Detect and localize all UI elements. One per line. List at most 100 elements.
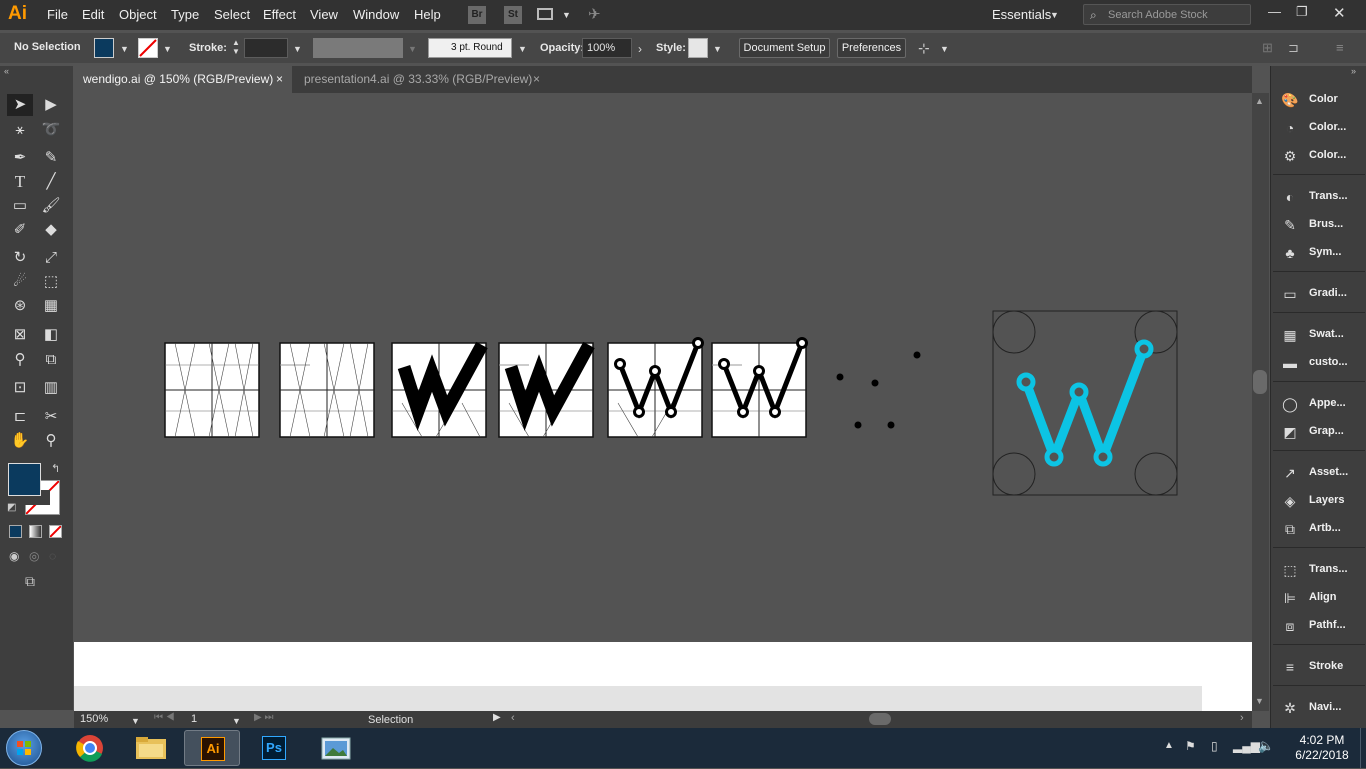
vertical-scroll-thumb[interactable] — [1253, 370, 1267, 394]
stroke-weight-stepper[interactable]: ▲ ▼ — [229, 38, 243, 58]
stock-button[interactable]: St — [504, 6, 522, 24]
scroll-right-icon[interactable]: › — [1240, 712, 1244, 724]
chevron-right-icon[interactable]: › — [638, 42, 642, 56]
show-hidden-icons[interactable]: ▲ — [1164, 740, 1174, 751]
chevron-down-icon[interactable]: ▼ — [518, 44, 527, 54]
workspace-switcher[interactable]: Essentials — [992, 7, 1051, 22]
magic-wand-tool-icon[interactable]: ⚹ — [7, 119, 33, 141]
panel-color[interactable]: 🎨 Color — [1279, 89, 1366, 111]
volume-icon[interactable]: 🔈 — [1258, 738, 1274, 754]
battery-icon[interactable]: ▯ — [1211, 739, 1218, 753]
zoom-level[interactable]: 150% — [80, 713, 108, 725]
warp-tool-icon[interactable]: ☄ — [7, 271, 33, 293]
system-clock[interactable]: 4:02 PM 6/22/2018 — [1284, 733, 1360, 763]
menu-view[interactable]: View — [310, 7, 338, 22]
pen-tool-icon[interactable]: ✒ — [7, 147, 33, 169]
opacity-input[interactable]: 100% — [582, 38, 632, 58]
taskbar-photos[interactable] — [308, 730, 364, 766]
direct-selection-tool-icon[interactable]: ▶ — [38, 94, 64, 116]
fill-swatch[interactable] — [94, 38, 114, 58]
panel-color-guide[interactable]: ◔ Color... — [1279, 117, 1366, 139]
hand-tool-icon[interactable]: ✋ — [7, 430, 33, 452]
artboard-tool-icon[interactable]: ⊏ — [7, 406, 33, 428]
taskbar-chrome[interactable] — [62, 730, 118, 766]
rotate-tool-icon[interactable]: ↻ — [7, 247, 33, 269]
menu-select[interactable]: Select — [214, 7, 250, 22]
blend-tool-icon[interactable]: ⧉ — [38, 349, 64, 371]
symbol-sprayer-tool-icon[interactable]: ⊡ — [7, 377, 33, 399]
panel-transparency[interactable]: ◐ Trans... — [1279, 186, 1366, 208]
chevron-down-icon[interactable]: ▼ — [713, 44, 722, 54]
brush-definition[interactable]: 3 pt. Round — [428, 38, 512, 58]
collapse-panel-icon[interactable]: « — [4, 66, 9, 76]
scale-tool-icon[interactable]: ⤢ — [38, 247, 64, 269]
panel-artboards[interactable]: ⧉ Artb... — [1279, 518, 1366, 540]
paintbrush-tool-icon[interactable]: 🖌 — [38, 195, 64, 217]
chevron-down-icon[interactable]: ▼ — [120, 44, 129, 54]
shaper-tool-icon[interactable]: ✐ — [7, 219, 33, 241]
default-fill-stroke-icon[interactable]: ◩ — [7, 502, 16, 513]
restore-button[interactable]: ❐ — [1296, 4, 1308, 20]
chevron-down-icon[interactable]: ▼ — [131, 716, 140, 726]
chevron-down-icon[interactable]: ▼ — [232, 716, 241, 726]
chevron-down-icon[interactable]: ▼ — [293, 44, 302, 54]
panel-layers[interactable]: ◈ Layers — [1279, 490, 1366, 512]
chevron-down-icon[interactable]: ▼ — [1050, 10, 1059, 20]
tab-presentation4[interactable]: presentation4.ai @ 33.33% (RGB/Preview) … — [295, 66, 545, 93]
type-tool-icon[interactable]: T — [7, 171, 33, 193]
gradient-tool-icon[interactable]: ◧ — [38, 324, 64, 346]
graph-tool-icon[interactable]: ▥ — [38, 377, 64, 399]
menu-edit[interactable]: Edit — [82, 7, 104, 22]
chevron-down-icon[interactable]: ▼ — [562, 10, 571, 20]
gpu-performance-icon[interactable]: ✈ — [588, 5, 601, 23]
tab-wendigo[interactable]: wendigo.ai @ 150% (RGB/Preview) × — [74, 66, 292, 93]
stroke-swatch[interactable] — [138, 38, 158, 58]
panel-color-themes[interactable]: ⚙ Color... — [1279, 145, 1366, 167]
horizontal-scroll-thumb[interactable] — [869, 713, 891, 725]
menu-help[interactable]: Help — [414, 7, 441, 22]
mesh-tool-icon[interactable]: ⊠ — [7, 324, 33, 346]
panel-navigator[interactable]: ✲ Navi... — [1279, 697, 1366, 719]
taskbar-explorer[interactable] — [123, 730, 179, 766]
taskbar-illustrator[interactable]: Ai — [184, 730, 240, 766]
variable-width-profile[interactable] — [313, 38, 403, 58]
selection-tool-icon[interactable]: ➤ — [7, 94, 33, 116]
panel-transform[interactable]: ⬚ Trans... — [1279, 559, 1366, 581]
chevron-down-icon[interactable]: ▼ — [408, 44, 417, 54]
draw-inside-icon[interactable]: ◌ — [49, 549, 56, 563]
canvas[interactable] — [74, 93, 1252, 711]
vertical-scrollbar[interactable]: ▲ ▼ — [1252, 93, 1269, 711]
graphic-style-swatch[interactable] — [688, 38, 708, 58]
panel-pathfinder[interactable]: ⧈ Pathf... — [1279, 615, 1366, 637]
close-button[interactable]: ✕ — [1333, 4, 1346, 22]
menu-effect[interactable]: Effect — [263, 7, 296, 22]
panel-brushes[interactable]: ✎ Brus... — [1279, 214, 1366, 236]
menu-window[interactable]: Window — [353, 7, 399, 22]
draw-normal-icon[interactable]: ◉ — [9, 549, 19, 563]
artboard-number[interactable]: 1 — [191, 713, 235, 727]
scroll-left-icon[interactable]: ‹ — [511, 712, 515, 724]
scroll-up-icon[interactable]: ▲ — [1255, 96, 1264, 106]
menu-object[interactable]: Object — [119, 7, 157, 22]
menu-type[interactable]: Type — [171, 7, 199, 22]
chevron-down-icon[interactable]: ▼ — [940, 44, 949, 54]
free-transform-tool-icon[interactable]: ⬚ — [38, 271, 64, 293]
preferences-button[interactable]: Preferences — [837, 38, 906, 58]
scroll-down-icon[interactable]: ▼ — [1255, 696, 1264, 706]
perspective-grid-tool-icon[interactable]: ▦ — [38, 295, 64, 317]
artboard-last-icon[interactable]: ▶ ⏭ — [254, 712, 273, 723]
show-desktop-button[interactable] — [1360, 728, 1366, 768]
screen-mode-icon[interactable]: ⧉ — [25, 573, 35, 590]
bridge-button[interactable]: Br — [468, 6, 486, 24]
panel-swatches[interactable]: ▦ Swat... — [1279, 324, 1366, 346]
zoom-tool-icon[interactable]: ⚲ — [38, 430, 64, 452]
line-tool-icon[interactable]: ╱ — [38, 171, 64, 193]
menu-file[interactable]: File — [47, 7, 68, 22]
close-tab-icon[interactable]: × — [533, 66, 540, 93]
shape-builder-tool-icon[interactable]: ⊛ — [7, 295, 33, 317]
swap-fill-stroke-icon[interactable]: ↰ — [51, 462, 60, 475]
document-setup-button[interactable]: Document Setup — [739, 38, 830, 58]
eraser-tool-icon[interactable]: ◆ — [38, 219, 64, 241]
panel-align[interactable]: ⊫ Align — [1279, 587, 1366, 609]
align-icon[interactable]: ⊞ — [1262, 40, 1273, 56]
